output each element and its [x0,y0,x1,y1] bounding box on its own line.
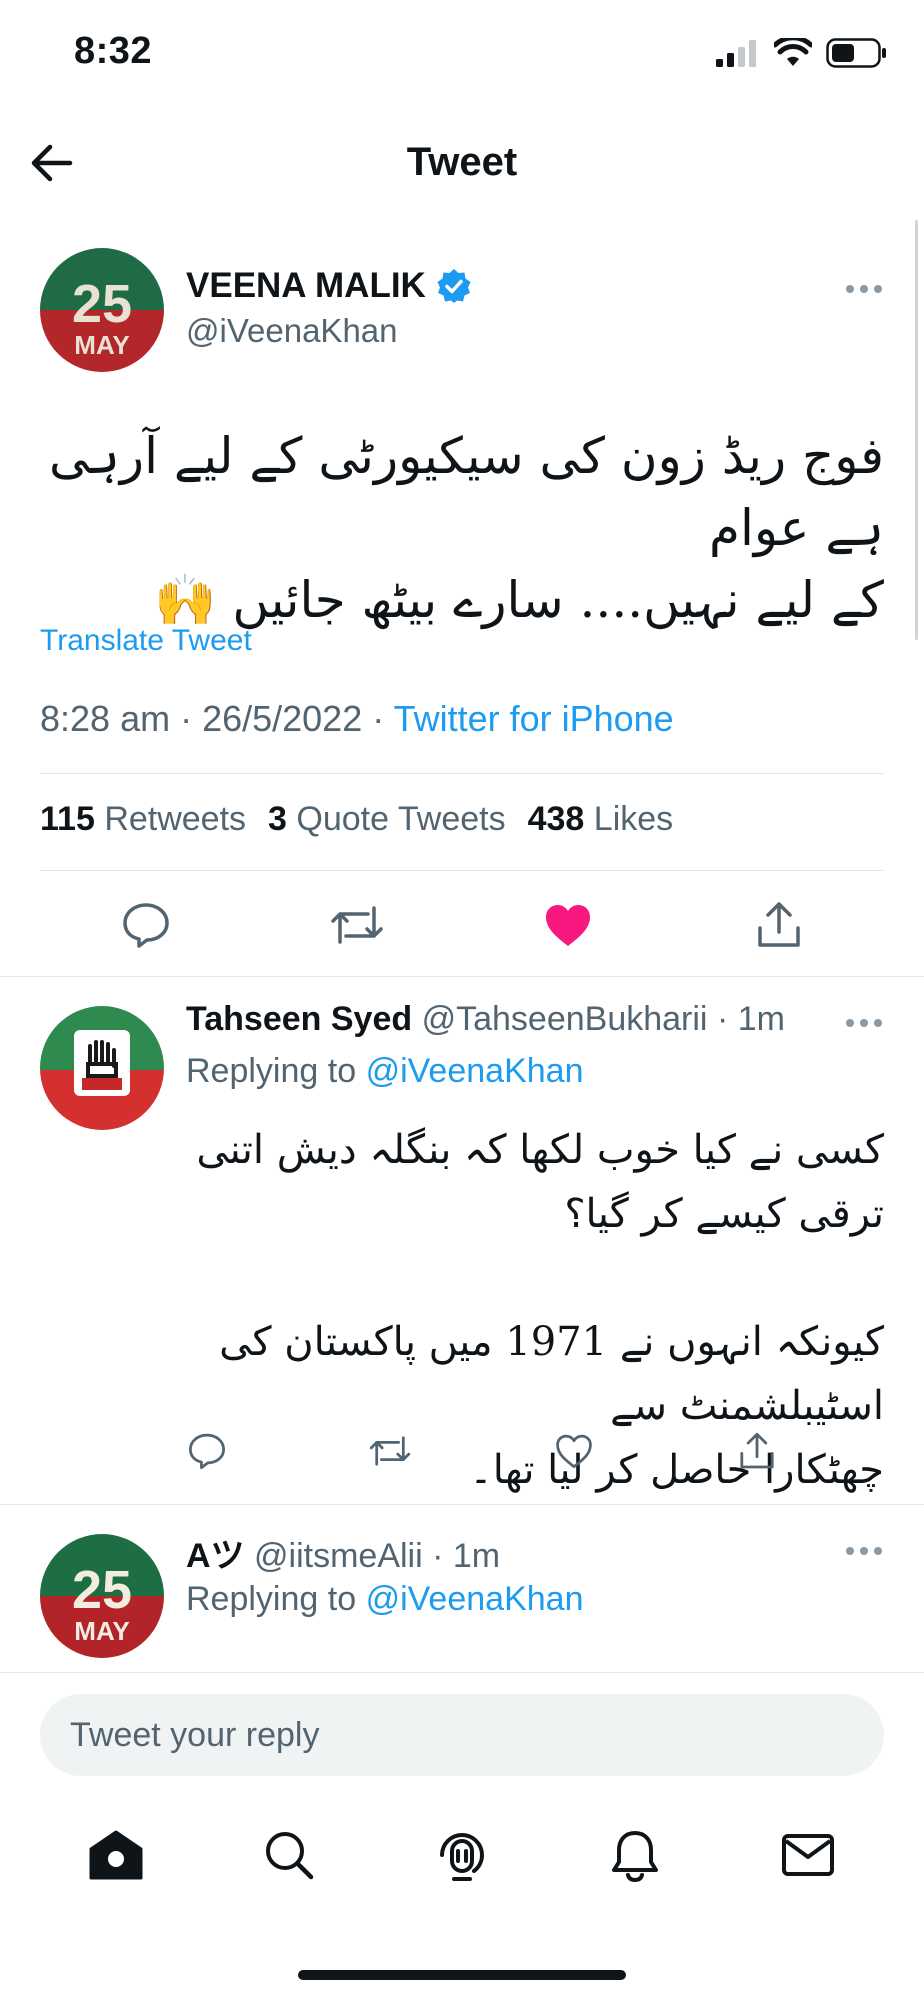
back-button[interactable] [26,140,78,186]
divider [0,976,924,977]
retweet-button[interactable] [365,1426,415,1476]
author-handle[interactable]: @iVeenaKhan [186,312,472,350]
reply-icon [122,903,169,948]
mail-icon [781,1834,834,1876]
bell-icon [611,1831,658,1882]
avatar-month-text: MAY [74,1616,129,1646]
divider [0,1504,924,1505]
more-icon [846,285,882,293]
reply-action-bar [182,1426,782,1476]
heart-filled-icon [545,905,590,946]
reply-time: · 1m [716,1000,785,1038]
replying-to: Replying to @iVeenaKhan [186,1052,583,1091]
avatar-date-text: 25 [72,274,132,334]
divider [40,870,884,871]
translate-tweet-link[interactable]: Translate Tweet [40,624,252,658]
share-button[interactable] [732,1426,782,1476]
retweet-icon [330,906,383,944]
heart-icon [555,1434,592,1469]
share-icon [757,902,800,947]
author-avatar[interactable]: 25 MAY [40,248,164,372]
tab-spaces[interactable] [427,1820,497,1890]
more-icon [846,1547,882,1555]
scroll-indicator [915,220,918,640]
replying-to-mention[interactable]: @iVeenaKhan [366,1052,584,1090]
likes-count: 438 [527,800,585,838]
tab-home[interactable] [81,1820,151,1890]
replying-to-label: Replying to [186,1052,357,1090]
reply-avatar[interactable]: 25 MAY [40,1534,164,1658]
reply-button[interactable] [182,1426,232,1476]
like-button[interactable] [549,1426,599,1476]
reply-author-name[interactable]: Tahseen Syed [186,1000,412,1038]
avatar-month-text: MAY [74,330,129,360]
tweet-action-bar [40,890,884,960]
reply-avatar[interactable] [40,1006,164,1130]
retweets-count: 115 [40,800,95,838]
spaces-icon [439,1833,484,1881]
reply-time: · 1m [432,1537,501,1575]
more-icon [846,1019,882,1027]
wifi-icon [774,38,812,66]
reply-author-handle[interactable]: @iitsmeAlii [254,1537,423,1575]
tweet-stats: 115 Retweets 3 Quote Tweets 438 Likes [40,800,673,839]
quotes-count: 3 [268,800,287,838]
avatar-image: 25 MAY [40,1534,164,1658]
reply-author-handle[interactable]: @TahseenBukharii [422,1000,708,1038]
reply-button[interactable] [116,895,176,955]
retweet-button[interactable] [327,895,387,955]
retweets-label: Retweets [104,800,247,838]
tweet-text-line: فوج ریڈ زون کی سیکیورٹی کے لیے آرہی ہے ع… [48,427,884,557]
battery-icon [826,38,886,68]
avatar-image: 25 MAY [40,248,164,372]
tweet-text: فوج ریڈ زون کی سیکیورٹی کے لیے آرہی ہے ع… [40,420,884,636]
reply-more-options-button[interactable] [844,1544,884,1562]
reply-text-gap [186,1246,884,1310]
divider [40,773,884,774]
quote-tweets-stat[interactable]: 3 Quote Tweets [268,800,506,839]
more-options-button[interactable] [844,282,884,300]
status-time: 8:32 [74,30,153,72]
arrow-left-icon [31,144,73,182]
retweet-icon [370,1436,411,1466]
bottom-tab-bar [0,1800,924,1910]
author-info: VEENA MALIK @iVeenaKhan [186,266,472,350]
tweet-source-link[interactable]: Twitter for iPhone [394,698,674,739]
replying-to: Replying to @iVeenaKhan [186,1580,583,1619]
reply-header: Aツ @iitsmeAlii · 1m [186,1528,500,1577]
reply-header: Tahseen Syed @TahseenBukharii · 1m [186,1000,785,1039]
likes-stat[interactable]: 438 Likes [528,800,674,839]
likes-label: Likes [593,800,674,838]
author-name[interactable]: VEENA MALIK [186,266,426,306]
status-icons [716,38,888,68]
reply-author-name[interactable]: Aツ [186,1537,245,1575]
page-title: Tweet [406,140,518,184]
home-indicator [298,1970,626,1980]
replying-to-mention[interactable]: @iVeenaKhan [366,1580,584,1618]
like-button[interactable] [538,895,598,955]
share-button[interactable] [749,895,809,955]
signal-icon [716,40,756,67]
tweet-reply-input[interactable] [40,1694,884,1776]
reply-icon [188,1433,226,1470]
tweet-meta: 8:28 am · 26/5/2022 · Twitter for iPhone [40,698,674,740]
replying-to-label: Replying to [186,1580,357,1618]
reply-text-line: کسی نے کیا خوب لکھا کہ بنگلہ دیش اتنی تر… [196,1127,884,1237]
tweet-timestamp: 8:28 am · 26/5/2022 · [40,698,394,739]
avatar-date-text: 25 [72,1560,132,1620]
retweets-stat[interactable]: 115 Retweets [40,800,246,839]
tab-notifications[interactable] [600,1820,670,1890]
verified-badge-icon [437,269,471,303]
reply-more-options-button[interactable] [844,1016,884,1034]
avatar-image [40,1006,164,1130]
share-icon [740,1432,774,1469]
divider [0,1672,924,1673]
search-icon [266,1832,314,1880]
tab-search[interactable] [254,1820,324,1890]
home-icon [89,1830,143,1880]
quotes-label: Quote Tweets [296,800,506,838]
reply-text-line: کیونکہ انہوں نے 1971 میں پاکستان کی اسٹی… [219,1319,884,1429]
tab-messages[interactable] [773,1820,843,1890]
